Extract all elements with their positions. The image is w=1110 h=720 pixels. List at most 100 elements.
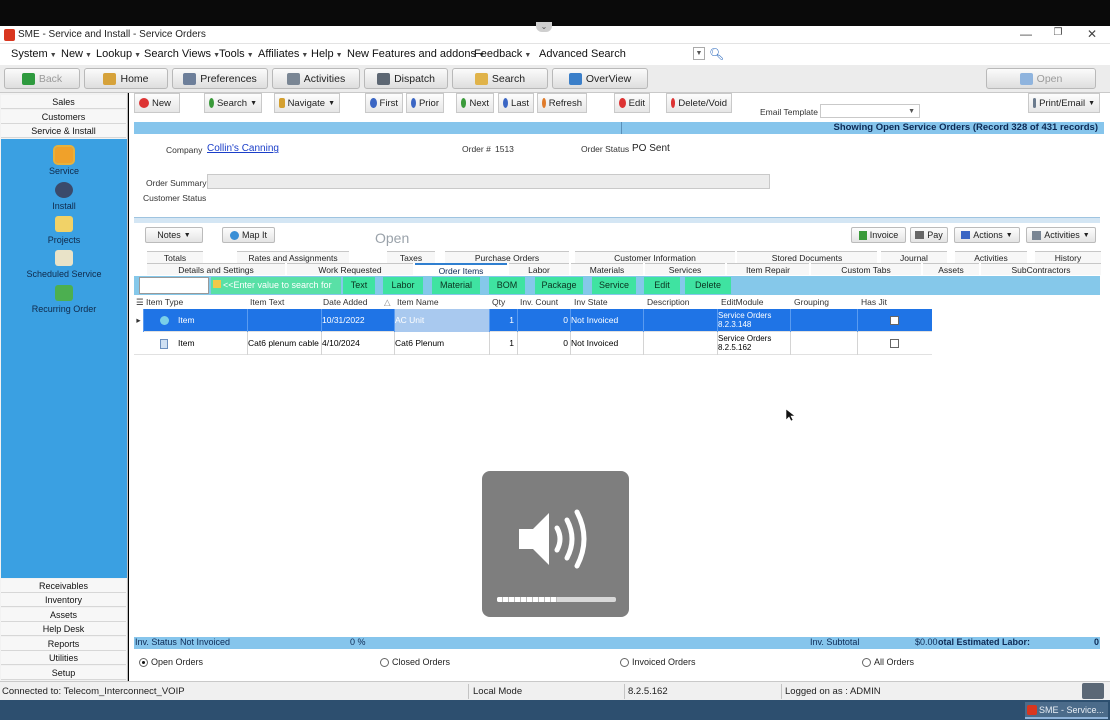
tab-purchase-orders[interactable]: Purchase Orders	[445, 251, 569, 263]
tab-stored-documents[interactable]: Stored Documents	[737, 251, 877, 263]
edit-button[interactable]: Edit	[614, 93, 650, 113]
email-template-select[interactable]: ▼	[820, 104, 920, 118]
bom-button[interactable]: BOM	[489, 277, 525, 294]
menu-lookup[interactable]: Lookup ▼	[96, 48, 141, 60]
item-filter-field[interactable]: <<Enter value to search for	[211, 277, 341, 294]
tab-order-items[interactable]: Order Items	[415, 263, 507, 276]
sidebar-tab-reports[interactable]: Reports	[1, 637, 126, 651]
notes-button[interactable]: Notes ▼	[145, 227, 203, 243]
close-icon[interactable]: ✕	[1082, 27, 1102, 41]
invoice-button[interactable]: Invoice	[851, 227, 906, 243]
col-item-name[interactable]: Item Name	[397, 297, 439, 307]
radio-open-orders[interactable]: Open Orders	[139, 657, 203, 667]
sidebar-tab-utilities[interactable]: Utilities	[1, 651, 126, 665]
sidebar-tab-sales[interactable]: Sales	[1, 95, 126, 109]
col-date-added[interactable]: Date Added	[323, 297, 367, 307]
radio-all-orders[interactable]: All Orders	[862, 657, 914, 667]
col-item-text[interactable]: Item Text	[250, 297, 284, 307]
table-row[interactable]: ▸ Item 10/31/2022 AC Unit 1 0 Not Invoic…	[134, 309, 932, 332]
pay-button[interactable]: Pay	[910, 227, 948, 243]
menu-system[interactable]: System ▼	[11, 48, 57, 60]
menu-feedback[interactable]: Feedback ▼	[474, 48, 531, 60]
tab-custom-tabs[interactable]: Custom Tabs	[811, 263, 921, 275]
tab-services[interactable]: Services	[645, 263, 725, 275]
selected-item-name[interactable]: AC Unit	[395, 309, 490, 332]
tab-work-requested[interactable]: Work Requested	[287, 263, 413, 275]
package-button[interactable]: Package	[535, 277, 583, 294]
tab-taxes[interactable]: Taxes	[387, 251, 435, 263]
col-edit-module[interactable]: EditModule	[721, 297, 764, 307]
col-grouping[interactable]: Grouping	[794, 297, 829, 307]
tab-item-repair[interactable]: Item Repair	[727, 263, 809, 275]
home-button[interactable]: Home	[84, 68, 168, 89]
table-row[interactable]: Item Cat6 plenum cable 4/10/2024 Cat6 Pl…	[134, 332, 932, 355]
item-search-input[interactable]	[139, 277, 209, 294]
actions-button[interactable]: Actions ▼	[954, 227, 1020, 243]
grid-menu-icon[interactable]: ☰	[136, 297, 144, 308]
map-it-button[interactable]: Map It	[222, 227, 275, 243]
text-button[interactable]: Text	[343, 277, 375, 294]
sidebar-tab-inventory[interactable]: Inventory	[1, 593, 126, 607]
sidebar-item-projects[interactable]: Projects	[1, 216, 127, 245]
back-button[interactable]: Back	[4, 68, 80, 89]
tab-details-settings[interactable]: Details and Settings	[147, 263, 285, 275]
sidebar-item-service[interactable]: Service	[1, 145, 127, 176]
radio-invoiced-orders[interactable]: Invoiced Orders	[620, 657, 696, 667]
overview-button[interactable]: OverView	[552, 68, 648, 89]
tab-assets[interactable]: Assets	[923, 263, 979, 275]
search-icon[interactable]: 🔍︎	[709, 47, 724, 61]
tab-labor[interactable]: Labor	[509, 263, 569, 275]
delete-void-button[interactable]: Delete/Void	[666, 93, 732, 113]
collapse-handle-icon[interactable]: ⌄	[536, 22, 552, 32]
tab-history[interactable]: History	[1035, 251, 1101, 263]
search-command-button[interactable]: Search ▼	[204, 93, 262, 113]
search-button[interactable]: Search	[452, 68, 548, 89]
col-item-type[interactable]: Item Type	[146, 297, 183, 307]
menu-advanced-search[interactable]: Advanced Search	[539, 48, 626, 60]
edit-item-button[interactable]: Edit	[644, 277, 680, 294]
col-has-jit[interactable]: Has Jit	[861, 297, 887, 307]
search-dropdown-icon[interactable]: ▼	[693, 47, 705, 60]
taskbar-app-button[interactable]: SME - Service...	[1024, 702, 1108, 719]
col-inv-count[interactable]: Inv. Count	[520, 297, 558, 307]
sidebar-tab-customers[interactable]: Customers	[1, 110, 126, 124]
company-link[interactable]: Collin's Canning	[207, 143, 279, 154]
radio-closed-orders[interactable]: Closed Orders	[380, 657, 450, 667]
panel-splitter[interactable]	[134, 217, 1100, 223]
tab-activities[interactable]: Activities	[955, 251, 1027, 263]
tab-customer-information[interactable]: Customer Information	[575, 251, 735, 263]
refresh-button[interactable]: Refresh	[537, 93, 587, 113]
prior-button[interactable]: Prior	[406, 93, 444, 113]
next-button[interactable]: Next	[456, 93, 494, 113]
tab-materials[interactable]: Materials	[571, 263, 643, 275]
minimize-icon[interactable]: —	[1016, 27, 1036, 41]
sidebar-item-recurring-order[interactable]: Recurring Order	[1, 285, 127, 314]
col-description[interactable]: Description	[647, 297, 690, 307]
sidebar-tab-setup[interactable]: Setup	[1, 666, 126, 680]
col-qty[interactable]: Qty	[492, 297, 505, 307]
menu-new-features[interactable]: New Features and addons ▼	[347, 48, 485, 60]
tab-subcontractors[interactable]: SubContractors	[981, 263, 1101, 275]
activities-menu-button[interactable]: Activities ▼	[1026, 227, 1096, 243]
new-button[interactable]: New	[134, 93, 180, 113]
delete-item-button[interactable]: Delete	[685, 277, 731, 294]
menu-tools[interactable]: Tools ▼	[219, 48, 254, 60]
sidebar-item-scheduled-service[interactable]: Scheduled Service	[1, 250, 127, 279]
first-button[interactable]: First	[365, 93, 403, 113]
sidebar-tab-receivables[interactable]: Receivables	[1, 579, 126, 593]
has-jit-checkbox[interactable]	[890, 316, 899, 325]
preferences-button[interactable]: Preferences	[172, 68, 268, 89]
open-button[interactable]: Open	[986, 68, 1096, 89]
sidebar-tab-assets[interactable]: Assets	[1, 608, 126, 622]
menu-new[interactable]: New ▼	[61, 48, 92, 60]
menu-search-views[interactable]: Search Views ▼	[144, 48, 220, 60]
labor-button[interactable]: Labor	[383, 277, 423, 294]
tab-rates-assignments[interactable]: Rates and Assignments	[237, 251, 349, 263]
menu-help[interactable]: Help ▼	[311, 48, 343, 60]
service-button[interactable]: Service	[592, 277, 636, 294]
sidebar-item-install[interactable]: Install	[1, 182, 127, 211]
sidebar-tab-help-desk[interactable]: Help Desk	[1, 622, 126, 636]
tab-totals[interactable]: Totals	[147, 251, 203, 263]
col-inv-state[interactable]: Inv State	[574, 297, 608, 307]
navigate-button[interactable]: Navigate ▼	[274, 93, 340, 113]
